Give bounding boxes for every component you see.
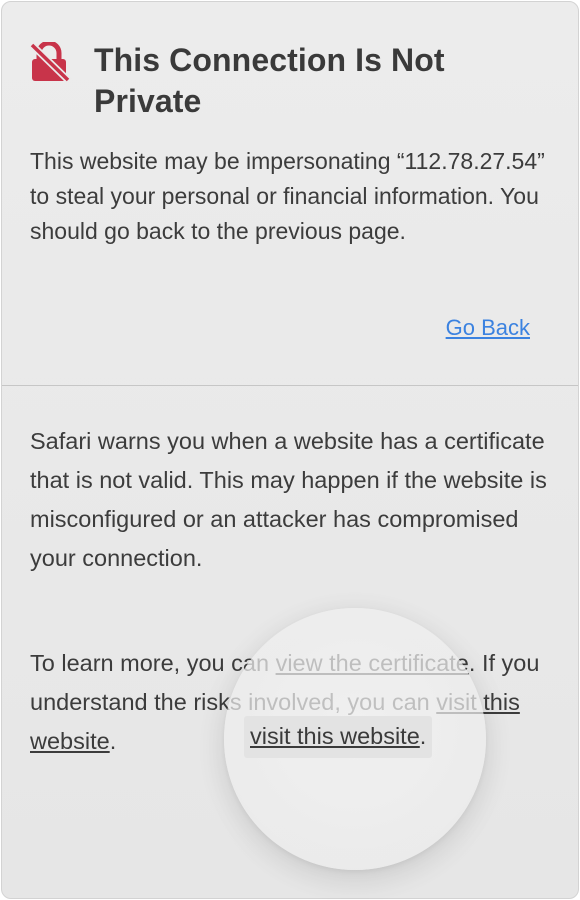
learn-more-prefix: To learn more, you can <box>30 650 276 676</box>
magnified-link-label: visit this website <box>250 723 420 749</box>
certificate-explanation: Safari warns you when a website has a ce… <box>30 428 547 571</box>
learn-more-suffix: . <box>109 728 117 754</box>
lock-slash-icon <box>30 42 72 82</box>
magnified-visit-website-link[interactable]: visit this website. <box>244 716 433 758</box>
page-title: This Connection Is Not Private <box>94 42 445 119</box>
details-section: Safari warns you when a website has a ce… <box>2 386 578 898</box>
warning-message: This website may be impersonating “112.7… <box>30 148 545 244</box>
go-back-link[interactable]: Go Back <box>446 315 530 341</box>
warning-panel: This Connection Is Not Private This webs… <box>1 1 579 899</box>
view-certificate-link[interactable]: view the certificate <box>276 650 469 676</box>
warning-header-section: This Connection Is Not Private This webs… <box>2 2 578 385</box>
